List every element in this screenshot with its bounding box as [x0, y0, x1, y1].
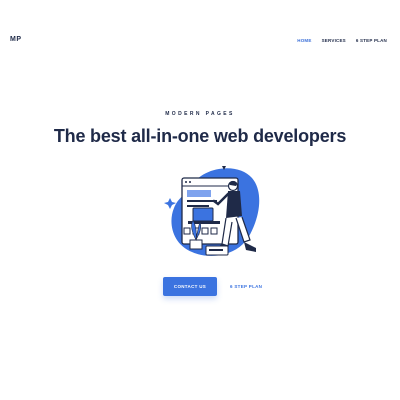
plant-pot: [189, 239, 203, 250]
hero-eyebrow: MODERN PAGES: [165, 111, 235, 117]
page: MP HOME SERVICES 6 STEP PLAN MODERN PAGE…: [0, 0, 400, 400]
developer-illustration: [164, 166, 260, 256]
6-step-plan-link[interactable]: 6 STEP PLAN: [230, 284, 262, 289]
main-nav: HOME SERVICES 6 STEP PLAN: [297, 38, 387, 43]
nav-item-home[interactable]: HOME: [297, 38, 311, 43]
nav-item-6-step-plan[interactable]: 6 STEP PLAN: [356, 38, 387, 43]
sparkle-icon: [164, 198, 176, 209]
hero-headline: The best all-in-one web developers: [53, 126, 347, 146]
laptop-screen: [192, 207, 214, 222]
contact-us-button[interactable]: CONTACT US: [163, 277, 217, 296]
nav-item-services[interactable]: SERVICES: [322, 38, 346, 43]
logo[interactable]: MP: [10, 36, 22, 43]
